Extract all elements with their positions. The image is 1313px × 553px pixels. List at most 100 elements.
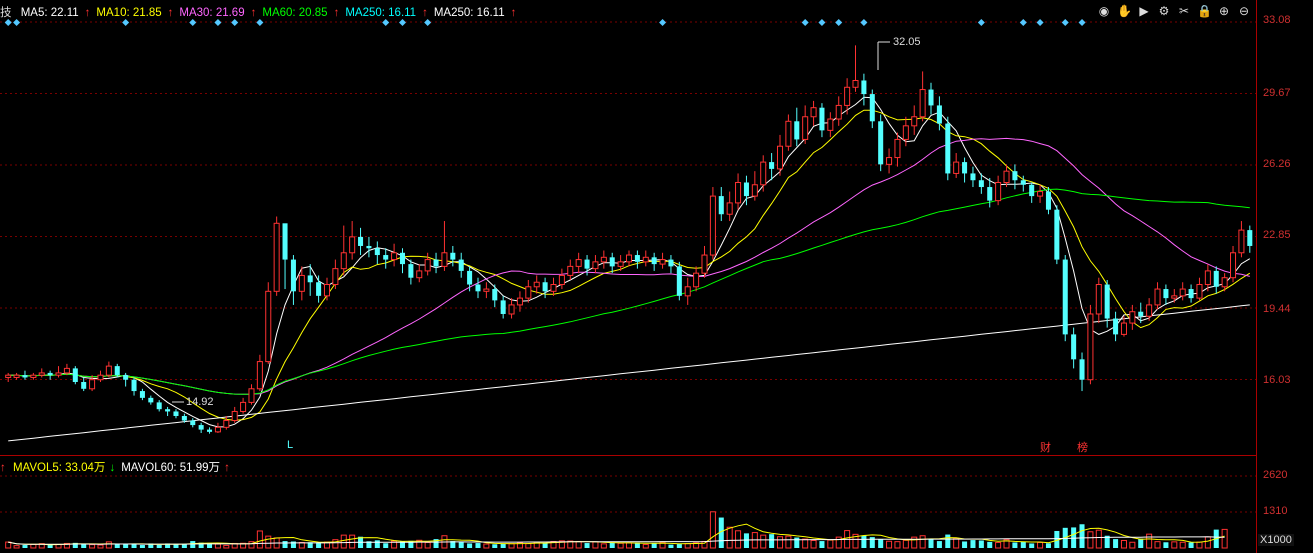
candle-body bbox=[256, 361, 263, 390]
lock-icon[interactable]: 🔒 bbox=[1197, 4, 1212, 18]
candle-body bbox=[190, 420, 196, 426]
event-diamond-icon bbox=[818, 19, 826, 26]
volume-bar bbox=[978, 540, 984, 548]
candle-body bbox=[1146, 304, 1153, 317]
volume-bar bbox=[190, 541, 196, 548]
volume-bar bbox=[776, 536, 784, 549]
candle-body bbox=[878, 121, 884, 165]
volume-bar bbox=[987, 541, 993, 548]
candle-body bbox=[1095, 284, 1102, 315]
candle-body bbox=[1045, 191, 1051, 210]
volume-bar bbox=[81, 544, 87, 548]
price-axis-label-6: 16.03 bbox=[1263, 374, 1291, 386]
volume-bar bbox=[340, 534, 347, 549]
event-diamond-icon bbox=[659, 19, 667, 26]
candle-body bbox=[659, 259, 666, 265]
volume-bar bbox=[131, 544, 137, 548]
volume-bar bbox=[1020, 541, 1026, 548]
volume-bar bbox=[819, 541, 825, 548]
volume-bar bbox=[1045, 543, 1051, 548]
volume-bar bbox=[1113, 539, 1119, 548]
volume-bar bbox=[47, 544, 53, 548]
volume-bar bbox=[709, 511, 716, 549]
candle-body bbox=[1079, 359, 1085, 380]
candle-body bbox=[1204, 270, 1211, 286]
candle-body bbox=[542, 282, 548, 292]
settings-icon[interactable]: ⚙ bbox=[1157, 4, 1171, 18]
volume-bar bbox=[467, 543, 473, 548]
zoom-in-icon[interactable]: ⊕ bbox=[1217, 4, 1231, 18]
event-diamond-icon bbox=[977, 19, 985, 26]
volume-bar bbox=[902, 539, 909, 549]
candle-body bbox=[634, 255, 640, 262]
candle-body bbox=[231, 410, 238, 422]
candle-body bbox=[735, 182, 742, 204]
ma-legend: 技 MA5: 22.11 ↑ MA10: 21.85 ↑ MA30: 21.69 ↑ MA6… bbox=[0, 4, 528, 20]
candle-body bbox=[307, 275, 313, 283]
candle-body bbox=[550, 284, 557, 292]
volume-bar bbox=[214, 543, 221, 549]
vol-legend-item-arrow-0: ↓ bbox=[109, 462, 116, 474]
candle-body bbox=[1230, 252, 1237, 279]
candle-body bbox=[492, 289, 498, 301]
hand-icon[interactable]: ✋ bbox=[1117, 4, 1132, 18]
chart-toolbar: ◉ ✋ ▶ ⚙ ✂ 🔒 ⊕ ⊖ bbox=[1097, 4, 1251, 20]
volume-bar bbox=[617, 542, 624, 549]
volume-bar bbox=[114, 544, 120, 548]
vol-legend-prefix: ↑ bbox=[0, 462, 6, 474]
volume-bar bbox=[97, 544, 104, 549]
candle-body bbox=[1012, 171, 1018, 181]
scissors-icon[interactable]: ✂ bbox=[1177, 4, 1191, 18]
candle-body bbox=[575, 259, 582, 267]
event-diamond-icon bbox=[1036, 19, 1044, 26]
candle-body bbox=[181, 415, 187, 421]
candle-body bbox=[374, 248, 380, 256]
candle-body bbox=[173, 411, 179, 416]
candle-body bbox=[1171, 295, 1178, 299]
volume-bar bbox=[458, 542, 464, 548]
event-diamond-icon bbox=[4, 19, 12, 26]
volume-bar bbox=[726, 526, 733, 549]
price-chart[interactable] bbox=[0, 0, 1256, 455]
volume-bar bbox=[1163, 542, 1169, 548]
volume-bar bbox=[89, 544, 96, 549]
volume-bar bbox=[743, 533, 749, 548]
candle-body bbox=[340, 252, 347, 270]
candle-body bbox=[483, 288, 490, 292]
volume-bar bbox=[1012, 542, 1018, 548]
candle-body bbox=[1037, 191, 1044, 197]
candle-body bbox=[1179, 288, 1186, 297]
candle-body bbox=[1120, 322, 1127, 335]
candle-body bbox=[97, 374, 104, 381]
candle-body bbox=[1113, 318, 1119, 335]
play-icon[interactable]: ▶ bbox=[1137, 4, 1151, 18]
candle-body bbox=[1138, 311, 1144, 317]
volume-bar bbox=[1188, 542, 1194, 548]
candle-body bbox=[383, 255, 389, 260]
legend-item-0: MA5: 22.11 bbox=[20, 7, 79, 19]
candle-body bbox=[533, 281, 540, 288]
volume-bar bbox=[575, 540, 582, 549]
candle-body bbox=[424, 259, 431, 272]
volume-bar bbox=[223, 544, 230, 549]
volume-unit-label: X1000 bbox=[1258, 534, 1294, 546]
volume-bar bbox=[22, 545, 28, 548]
zoom-out-icon[interactable]: ⊖ bbox=[1237, 4, 1251, 18]
event-mark-cai[interactable]: 财 bbox=[1040, 439, 1051, 455]
volume-bar bbox=[584, 543, 590, 548]
candle-body bbox=[123, 375, 129, 380]
volume-bar bbox=[256, 530, 263, 549]
candle-body bbox=[962, 162, 968, 174]
event-mark-l[interactable]: L bbox=[287, 439, 293, 451]
volume-bar bbox=[928, 539, 934, 548]
high-annotation: 32.05 bbox=[893, 36, 921, 48]
candle-body bbox=[81, 381, 87, 389]
volume-bar bbox=[156, 544, 162, 548]
legend-prefix: 技 bbox=[0, 7, 12, 19]
volume-bar bbox=[542, 543, 548, 548]
candle-body bbox=[987, 187, 993, 201]
event-mark-bang[interactable]: 榜 bbox=[1077, 439, 1088, 455]
eye-icon[interactable]: ◉ bbox=[1097, 4, 1111, 18]
volume-bar bbox=[1171, 541, 1178, 549]
event-diamond-icon bbox=[1061, 19, 1069, 26]
